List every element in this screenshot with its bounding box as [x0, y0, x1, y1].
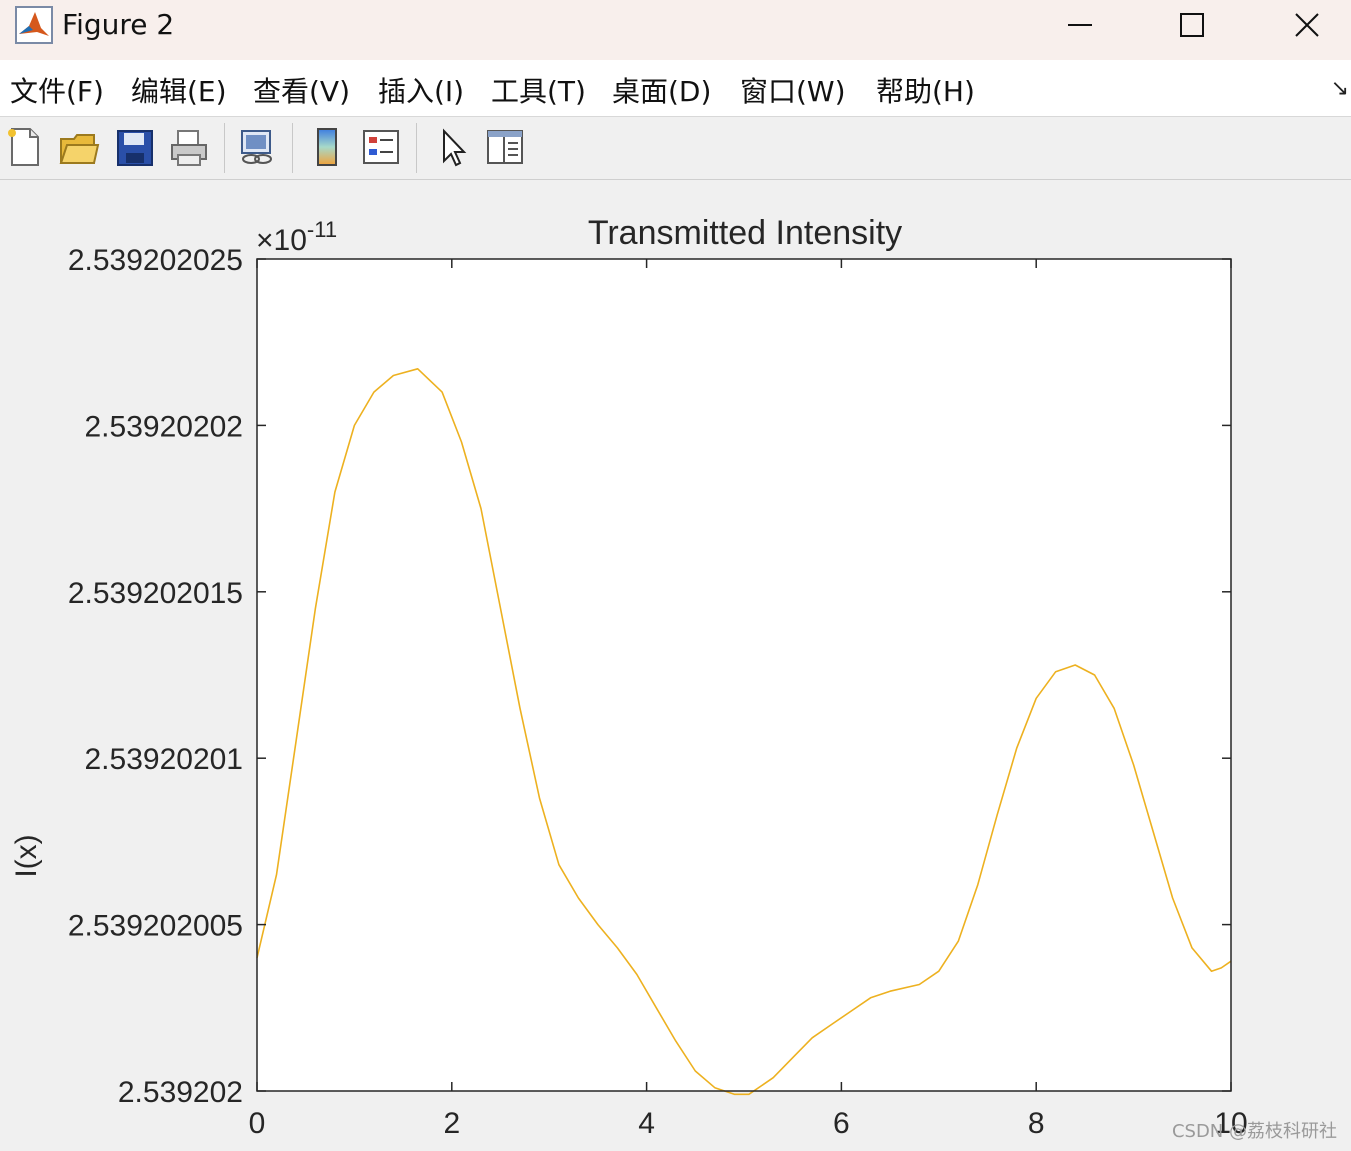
menu-insert[interactable]: 插入(I): [378, 70, 464, 110]
toolbar-separator: [416, 123, 417, 173]
figure-canvas: Transmitted Intensity ×10-11 I(x) 024681…: [0, 180, 1351, 1151]
menu-file[interactable]: 文件(F): [10, 70, 104, 110]
menu-desktop[interactable]: 桌面(D): [612, 70, 711, 110]
open-file-icon[interactable]: [58, 125, 100, 169]
axes-background: [257, 259, 1231, 1091]
y-tick-label: 2.539202005: [68, 910, 243, 943]
title-bar: Figure 2: [0, 0, 1351, 60]
close-button[interactable]: [1277, 0, 1337, 50]
menu-view[interactable]: 查看(V): [253, 70, 350, 110]
x-tick-label: 0: [249, 1107, 266, 1140]
pointer-icon[interactable]: [432, 125, 474, 169]
x-tick-label: 4: [638, 1107, 655, 1140]
menu-tools[interactable]: 工具(T): [491, 70, 586, 110]
y-tick-label: 2.539202: [118, 1076, 243, 1109]
menu-edit[interactable]: 编辑(E): [131, 70, 227, 110]
x-tick-label: 8: [1028, 1107, 1045, 1140]
matlab-logo-icon: [15, 6, 53, 44]
colorbar-icon[interactable]: [306, 125, 348, 169]
y-tick-label: 2.539202025: [68, 244, 243, 277]
toolbar-separator: [224, 123, 225, 173]
x-tick-label: 6: [833, 1107, 850, 1140]
save-icon[interactable]: [114, 125, 156, 169]
minimize-icon: [1068, 24, 1092, 26]
new-figure-icon[interactable]: [4, 125, 46, 169]
property-editor-icon[interactable]: [484, 125, 526, 169]
figure-toolbar: [0, 117, 1351, 180]
watermark: CSDN @荔枝科研社: [1171, 1121, 1337, 1142]
dock-arrow-icon[interactable]: ↘: [1331, 76, 1349, 101]
close-icon: [1295, 13, 1319, 37]
toolbar-separator: [292, 123, 293, 173]
y-tick-label: 2.539202015: [68, 577, 243, 610]
maximize-button[interactable]: [1162, 0, 1222, 50]
y-exponent-label: ×10-11: [256, 217, 337, 257]
chart-title: Transmitted Intensity: [588, 214, 902, 252]
x-tick-label: 2: [443, 1107, 460, 1140]
minimize-button[interactable]: [1050, 0, 1110, 50]
svg-text:×10-11: ×10-11: [256, 217, 337, 257]
menu-window[interactable]: 窗口(W): [740, 70, 846, 110]
line-chart[interactable]: Transmitted Intensity ×10-11 I(x) 024681…: [0, 180, 1351, 1151]
y-tick-label: 2.53920201: [85, 743, 244, 776]
maximize-icon: [1180, 13, 1204, 37]
y-tick-label: 2.53920202: [85, 410, 244, 443]
menu-help[interactable]: 帮助(H): [876, 70, 975, 110]
print-icon[interactable]: [168, 125, 210, 169]
window-title: Figure 2: [62, 8, 175, 41]
link-plot-icon[interactable]: [236, 125, 278, 169]
menu-bar: 文件(F) 编辑(E) 查看(V) 插入(I) 工具(T) 桌面(D) 窗口(W…: [0, 60, 1351, 117]
y-axis-label: I(x): [10, 834, 43, 877]
legend-icon[interactable]: [360, 125, 402, 169]
